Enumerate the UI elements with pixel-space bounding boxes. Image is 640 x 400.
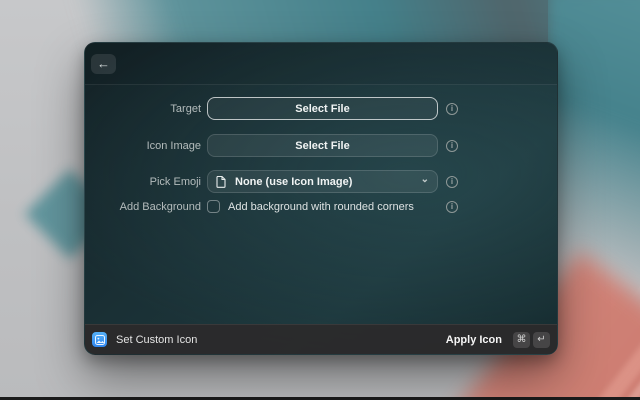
add-background-label: Add Background	[85, 201, 201, 213]
document-icon	[216, 175, 226, 188]
screen: ← Target Select File i Icon Image Select…	[0, 0, 640, 400]
target-select-file-label: Select File	[295, 103, 349, 115]
icon-image-select-file-label: Select File	[295, 140, 349, 152]
pick-emoji-label: Pick Emoji	[85, 176, 201, 188]
icon-image-select-file-button[interactable]: Select File	[207, 134, 438, 157]
apply-icon-label: Apply Icon	[446, 334, 502, 346]
pick-emoji-dropdown[interactable]: None (use Icon Image) ⌄	[207, 170, 438, 193]
command-key-icon: ⌘	[513, 332, 530, 348]
add-background-info-icon[interactable]: i	[446, 201, 458, 213]
return-key-icon: ↵	[533, 332, 550, 348]
icon-image-info-icon[interactable]: i	[446, 140, 458, 152]
dialog-footer: Set Custom Icon Apply Icon ⌘ ↵	[85, 324, 557, 354]
apply-icon-button[interactable]: Apply Icon ⌘ ↵	[446, 332, 550, 348]
set-custom-icon-dialog: ← Target Select File i Icon Image Select…	[84, 42, 558, 355]
target-info-icon[interactable]: i	[446, 103, 458, 115]
dialog-header: ←	[85, 43, 557, 85]
back-button[interactable]: ←	[91, 54, 116, 74]
pick-emoji-value: None (use Icon Image)	[235, 176, 352, 188]
target-label: Target	[85, 103, 201, 115]
target-select-file-button[interactable]: Select File	[207, 97, 438, 120]
chevron-down-icon: ⌄	[421, 175, 429, 185]
footer-app-title: Set Custom Icon	[116, 334, 197, 346]
add-background-checkbox[interactable]	[207, 200, 220, 213]
add-background-checkbox-label: Add background with rounded corners	[228, 201, 414, 214]
pick-emoji-info-icon[interactable]: i	[446, 176, 458, 188]
icon-image-label: Icon Image	[85, 140, 201, 152]
back-arrow-icon: ←	[97, 57, 110, 70]
app-icon	[92, 332, 107, 347]
